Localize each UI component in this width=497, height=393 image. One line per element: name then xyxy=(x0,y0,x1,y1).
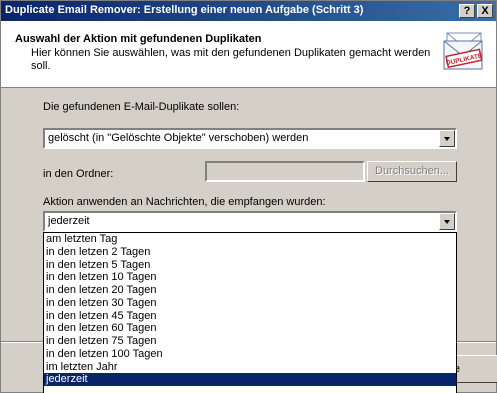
wizard-window: Duplicate Email Remover: Erstellung eine… xyxy=(0,0,497,393)
chevron-down-icon[interactable] xyxy=(439,213,455,230)
list-item[interactable]: in den letzen 100 Tagen xyxy=(44,348,456,361)
window-title: Duplicate Email Remover: Erstellung eine… xyxy=(5,4,364,16)
duplicate-envelope-icon: DUPLIKATE xyxy=(443,32,484,70)
list-item[interactable]: in den letzen 20 Tagen xyxy=(44,284,456,297)
list-item[interactable]: in den letzen 5 Tagen xyxy=(44,259,456,272)
action-combo[interactable]: gelöscht (in "Gelöschte Objekte" verscho… xyxy=(43,128,457,149)
action-combo-value: gelöscht (in "Gelöschte Objekte" verscho… xyxy=(48,132,309,144)
list-item[interactable]: in den letzen 30 Tagen xyxy=(44,297,456,310)
list-item[interactable]: in den letzen 45 Tagen xyxy=(44,310,456,323)
list-item[interactable]: in den letzen 60 Tagen xyxy=(44,322,456,335)
list-item[interactable]: am letzten Tag xyxy=(44,233,456,246)
list-item[interactable]: in den letzen 75 Tagen xyxy=(44,335,456,348)
action-label: Die gefundenen E-Mail-Duplikate sollen: xyxy=(43,101,240,113)
header-title: Auswahl der Aktion mit gefundenen Duplik… xyxy=(15,33,262,45)
apply-combo[interactable]: jederzeit xyxy=(43,211,457,232)
folder-input[interactable] xyxy=(205,161,365,182)
wizard-header: Auswahl der Aktion mit gefundenen Duplik… xyxy=(1,21,496,88)
folder-label: in den Ordner: xyxy=(43,168,114,180)
list-item-selected[interactable]: jederzeit xyxy=(44,373,456,386)
dropdown-list: am letzten Tag in den letzen 2 Tagen in … xyxy=(43,232,457,393)
browse-button[interactable]: Durchsuchen... xyxy=(367,161,457,182)
help-button[interactable]: ? xyxy=(459,4,475,18)
list-item[interactable]: in den letzen 10 Tagen xyxy=(44,271,456,284)
apply-combo-value: jederzeit xyxy=(48,215,90,227)
close-button[interactable]: X xyxy=(477,4,493,18)
title-bar: Duplicate Email Remover: Erstellung eine… xyxy=(1,1,496,21)
apply-label: Aktion anwenden an Nachrichten, die empf… xyxy=(43,196,326,208)
chevron-down-icon[interactable] xyxy=(439,130,455,147)
header-description: Hier können Sie auswählen, was mit den g… xyxy=(31,47,431,72)
list-item[interactable]: im letzten Jahr xyxy=(44,361,456,374)
list-item[interactable]: in den letzen 2 Tagen xyxy=(44,246,456,259)
